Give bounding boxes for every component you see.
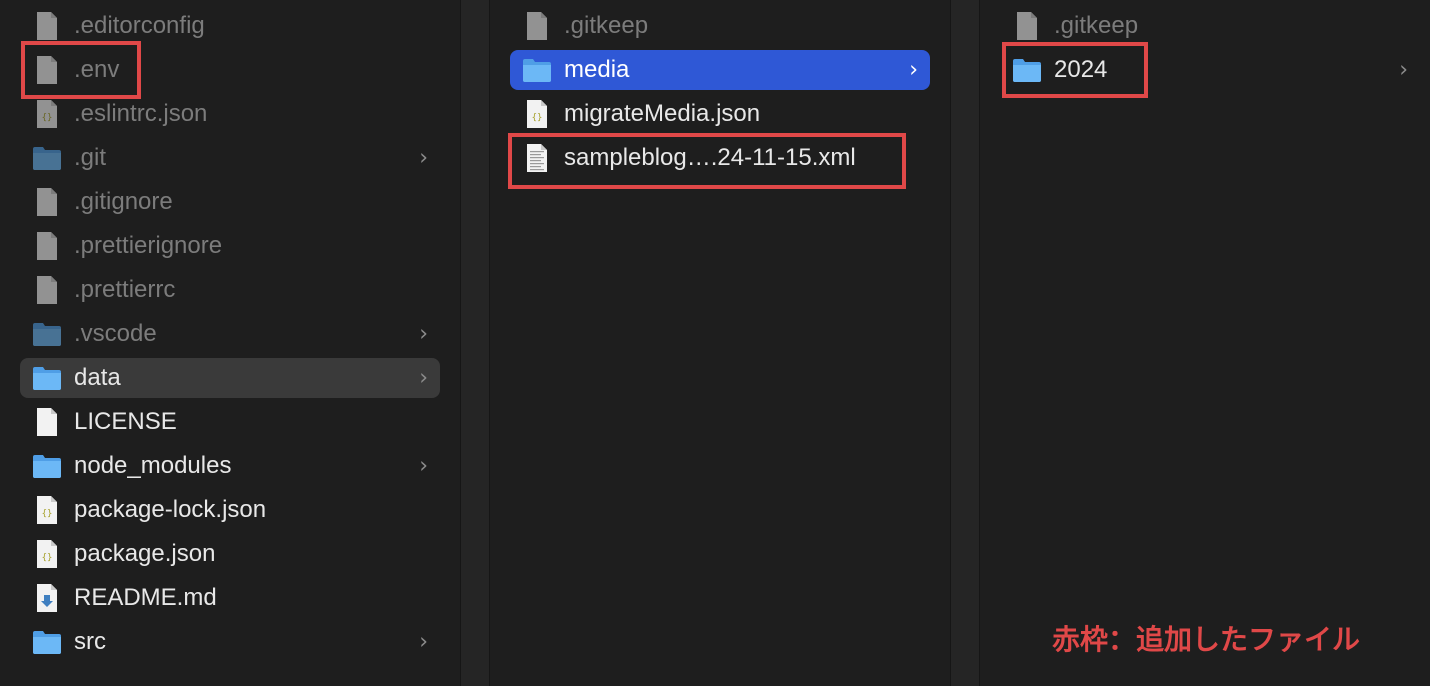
item-label: .editorconfig: [74, 12, 205, 39]
item-label: migrateMedia.json: [564, 100, 761, 127]
svg-text:{}: {}: [42, 113, 53, 123]
file-row[interactable]: sampleblog….24-11-15.xml: [510, 138, 930, 178]
folder-row[interactable]: .git ›: [20, 138, 440, 178]
file-row[interactable]: {} migrateMedia.json: [510, 94, 930, 134]
column-divider[interactable]: [460, 0, 490, 686]
item-label: .git: [74, 144, 107, 171]
item-label: .env: [74, 56, 120, 83]
item-label: .prettierignore: [74, 232, 223, 259]
json-file-icon: {}: [32, 99, 62, 129]
svg-text:{}: {}: [532, 113, 543, 123]
file-row[interactable]: LICENSE: [20, 402, 440, 442]
file-row[interactable]: {} .eslintrc.json: [20, 94, 440, 134]
file-icon: [522, 11, 552, 41]
item-label: 2024: [1054, 56, 1108, 83]
file-row[interactable]: .gitkeep: [1000, 6, 1420, 46]
folder-icon: [32, 363, 62, 393]
annotation-note: 赤枠：追加したファイル: [1052, 623, 1361, 656]
chevron-right-icon: ›: [909, 57, 918, 83]
item-label: package.json: [74, 540, 216, 567]
chevron-right-icon: ›: [419, 453, 428, 479]
folder-icon: [522, 55, 552, 85]
chevron-right-icon: ›: [419, 365, 428, 391]
xml-file-icon: [522, 143, 552, 173]
folder-row[interactable]: 2024 ›: [1000, 50, 1420, 90]
folder-icon: [1012, 55, 1042, 85]
markdown-file-icon: [32, 583, 62, 613]
item-label: src: [74, 628, 106, 655]
item-label: package-lock.json: [74, 496, 267, 523]
item-label: media: [564, 56, 630, 83]
file-row[interactable]: .gitkeep: [510, 6, 930, 46]
folder-icon: [32, 319, 62, 349]
file-icon: [32, 231, 62, 261]
file-row[interactable]: .editorconfig: [20, 6, 440, 46]
file-icon: [32, 55, 62, 85]
item-label: .prettierrc: [74, 276, 176, 303]
file-row[interactable]: README.md: [20, 578, 440, 618]
column-divider[interactable]: [950, 0, 980, 686]
item-label: sampleblog….24-11-15.xml: [564, 144, 856, 171]
folder-icon: [32, 451, 62, 481]
json-file-icon: {}: [32, 495, 62, 525]
folder-row[interactable]: media ›: [510, 50, 930, 90]
chevron-right-icon: ›: [419, 629, 428, 655]
item-label: .gitignore: [74, 188, 173, 215]
item-label: LICENSE: [74, 408, 177, 435]
file-row[interactable]: {} package-lock.json: [20, 490, 440, 530]
file-icon: [32, 407, 62, 437]
folder-row[interactable]: data ›: [20, 358, 440, 398]
item-label: .gitkeep: [564, 12, 649, 39]
chevron-right-icon: ›: [1399, 57, 1408, 83]
file-icon: [32, 187, 62, 217]
folder-row[interactable]: node_modules ›: [20, 446, 440, 486]
column-media: .gitkeep 2024 ›: [980, 0, 1430, 686]
svg-text:{}: {}: [42, 553, 53, 563]
column-root: .editorconfig .env{} .eslintrc.json .git › .g…: [0, 0, 460, 686]
file-row[interactable]: .prettierignore: [20, 226, 440, 266]
file-icon: [32, 11, 62, 41]
column-data: .gitkeep media › {} migrateMedia.json sampleb…: [490, 0, 950, 686]
item-label: data: [74, 364, 121, 391]
file-icon: [1012, 11, 1042, 41]
json-file-icon: {}: [522, 99, 552, 129]
json-file-icon: {}: [32, 539, 62, 569]
file-icon: [32, 275, 62, 305]
item-label: .eslintrc.json: [74, 100, 208, 127]
file-row[interactable]: .gitignore: [20, 182, 440, 222]
file-row[interactable]: .prettierrc: [20, 270, 440, 310]
folder-row[interactable]: .vscode ›: [20, 314, 440, 354]
file-row[interactable]: {} package.json: [20, 534, 440, 574]
chevron-right-icon: ›: [419, 145, 428, 171]
svg-text:{}: {}: [42, 509, 53, 519]
folder-icon: [32, 627, 62, 657]
chevron-right-icon: ›: [419, 321, 428, 347]
item-label: .gitkeep: [1054, 12, 1139, 39]
finder-window: .editorconfig .env{} .eslintrc.json .git › .g…: [0, 0, 1430, 686]
item-label: node_modules: [74, 452, 232, 479]
item-label: README.md: [74, 584, 217, 611]
folder-icon: [32, 143, 62, 173]
folder-row[interactable]: src ›: [20, 622, 440, 662]
file-row[interactable]: .env: [20, 50, 440, 90]
item-label: .vscode: [74, 320, 157, 347]
